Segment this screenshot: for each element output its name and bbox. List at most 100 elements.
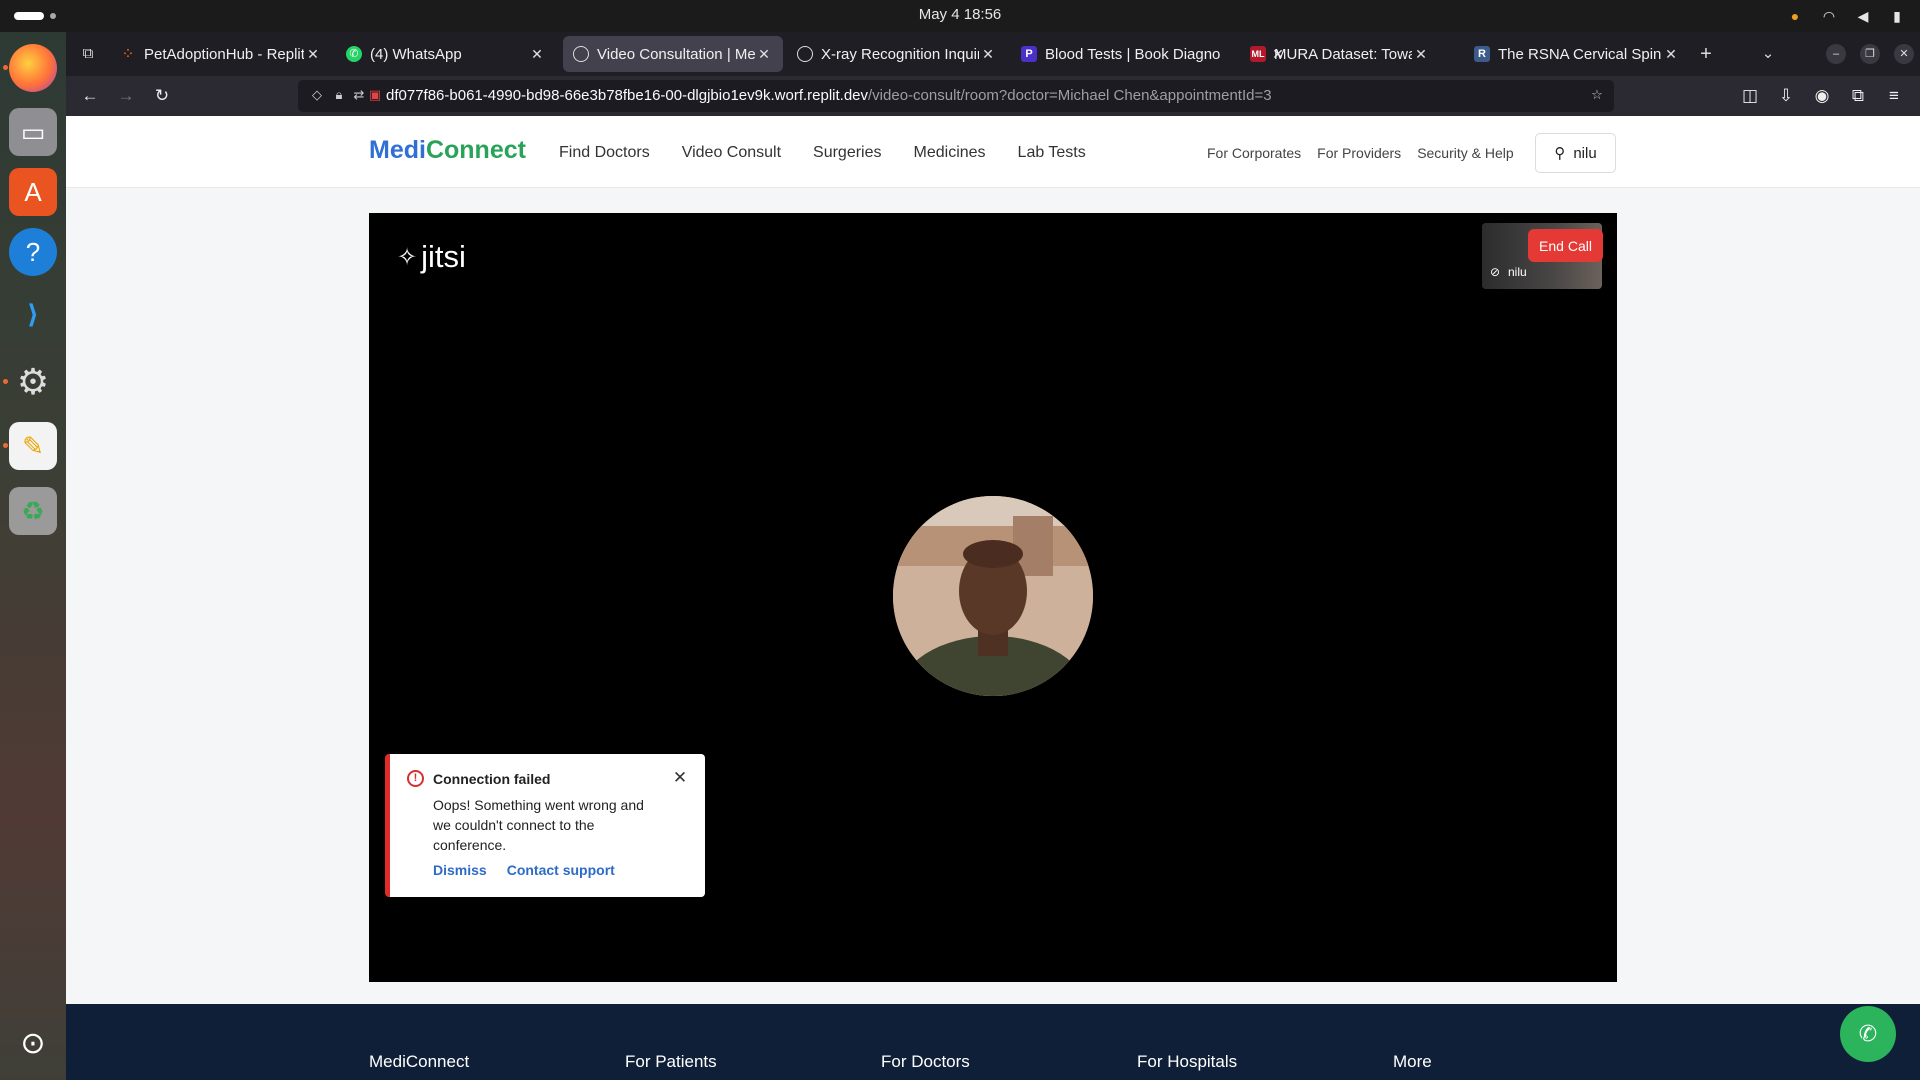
- battery-icon[interactable]: ▮: [1888, 7, 1906, 25]
- vscode-icon[interactable]: ⟩: [9, 290, 57, 338]
- tab-title: MURA Dataset: Towards R: [1274, 45, 1412, 63]
- system-tray[interactable]: ● ◠ ◀ ▮: [1786, 7, 1906, 25]
- files-icon[interactable]: ▭: [9, 108, 57, 156]
- footer-heading-for-hospitals: For Hospitals: [1137, 1052, 1238, 1071]
- nav-video-consult[interactable]: Video Consult: [682, 144, 781, 162]
- end-call-button[interactable]: End Call: [1528, 229, 1603, 262]
- mic-muted-icon: ⊘: [1490, 265, 1501, 279]
- tab-xray-inquiry[interactable]: X-ray Recognition Inquiry ✕: [787, 36, 1007, 72]
- site-header: MediConnect Find Doctors Video Consult S…: [66, 116, 1920, 188]
- tab-title: X-ray Recognition Inquiry: [821, 45, 979, 63]
- user-icon: ⚲: [1554, 145, 1566, 162]
- whatsapp-icon: ✆: [346, 46, 362, 62]
- text-editor-icon[interactable]: ✎: [3, 422, 57, 470]
- p-icon: P: [1021, 46, 1037, 62]
- user-menu-button[interactable]: ⚲ nilu: [1535, 133, 1616, 173]
- footer-heading-more: More: [1393, 1052, 1432, 1071]
- pocket-icon[interactable]: ◫: [1738, 84, 1762, 108]
- list-all-tabs-icon[interactable]: ⌄: [1756, 42, 1780, 66]
- url-bar[interactable]: ◇ 🔒︎ ⇄ ▣ df077f86-b061-4990-bd98-66e3b78…: [298, 80, 1614, 112]
- participant-name: nilu: [1508, 265, 1527, 279]
- video-call-stage[interactable]: ✧ jitsi ⊘ nilu End Call ! Connection fai…: [369, 213, 1617, 982]
- page-content: MediConnect Find Doctors Video Consult S…: [66, 116, 1920, 1080]
- site-logo[interactable]: MediConnect: [369, 136, 526, 165]
- tab-title: Blood Tests | Book Diagno: [1045, 45, 1221, 63]
- tab-strip: ⧉ ⁘ PetAdoptionHub - Replit ✕ ✆ (4) What…: [66, 32, 1920, 76]
- notification-message: Oops! Something went wrong and we couldn…: [433, 797, 644, 853]
- nav-lab-tests[interactable]: Lab Tests: [1018, 144, 1086, 162]
- logo-part-1: Medi: [369, 136, 426, 164]
- notification-title: Connection failed: [433, 771, 551, 787]
- close-window-icon[interactable]: ✕: [1894, 44, 1914, 64]
- tab-video-consultation[interactable]: Video Consultation | Medi ✕: [563, 36, 783, 72]
- url-host: df077f86-b061-4990-bd98-66e3b78fbe16-00-…: [386, 87, 869, 104]
- main-nav: Find Doctors Video Consult Surgeries Med…: [559, 144, 1086, 162]
- tab-title: (4) WhatsApp: [370, 45, 462, 63]
- tab-mura-dataset[interactable]: ML MURA Dataset: Towards R ✕: [1240, 36, 1440, 72]
- openai-icon: [797, 46, 813, 62]
- close-tab-icon[interactable]: ✕: [1412, 46, 1430, 63]
- nav-find-doctors[interactable]: Find Doctors: [559, 144, 650, 162]
- lock-icon[interactable]: 🔒︎: [330, 86, 348, 104]
- close-tab-icon[interactable]: ✕: [755, 46, 773, 63]
- r-icon: R: [1474, 46, 1490, 62]
- restore-icon[interactable]: ❐: [1860, 44, 1880, 64]
- extensions-icon[interactable]: ⧉: [1846, 84, 1870, 108]
- close-tab-icon[interactable]: ✕: [528, 46, 546, 63]
- participant-avatar: [893, 496, 1093, 696]
- menu-icon[interactable]: ≡: [1882, 84, 1906, 108]
- close-tab-icon[interactable]: ✕: [304, 46, 322, 63]
- site-footer: MediConnect For Patients For Doctors For…: [66, 1004, 1920, 1080]
- new-tab-icon[interactable]: +: [1694, 42, 1718, 66]
- volume-icon[interactable]: ◀: [1854, 7, 1872, 25]
- bookmark-star-icon[interactable]: ☆: [1588, 86, 1606, 104]
- system-top-bar: May 4 18:56 ● ◠ ◀ ▮: [0, 0, 1920, 32]
- close-tab-icon[interactable]: ✕: [979, 46, 997, 63]
- back-icon[interactable]: ←: [78, 84, 102, 108]
- nav-surgeries[interactable]: Surgeries: [813, 144, 881, 162]
- error-icon: !: [407, 770, 424, 787]
- settings-icon[interactable]: ⚙: [3, 358, 57, 406]
- navigation-bar: ← → ↻ ◇ 🔒︎ ⇄ ▣ df077f86-b061-4990-bd98-6…: [66, 76, 1920, 116]
- app-center-icon[interactable]: A: [9, 168, 57, 216]
- nav-for-providers[interactable]: For Providers: [1317, 145, 1401, 161]
- tab-petadoptionhub[interactable]: ⁘ PetAdoptionHub - Replit ✕: [110, 36, 332, 72]
- close-icon[interactable]: ✕: [670, 768, 690, 788]
- dismiss-button[interactable]: Dismiss: [433, 862, 487, 878]
- help-icon[interactable]: ?: [9, 228, 57, 276]
- reload-icon[interactable]: ↻: [150, 84, 174, 108]
- nav-security-help[interactable]: Security & Help: [1417, 145, 1513, 161]
- tab-overview-icon[interactable]: ⧉: [76, 42, 100, 66]
- footer-heading-for-patients: For Patients: [625, 1052, 717, 1071]
- dock: ▭ A ? ⟩ ⚙ ✎ ♻ ⊙: [0, 32, 66, 1080]
- whatsapp-icon: ✆: [1858, 1021, 1878, 1046]
- tab-whatsapp[interactable]: ✆ (4) WhatsApp ✕: [336, 36, 556, 72]
- system-clock[interactable]: May 4 18:56: [0, 6, 1920, 23]
- trash-icon[interactable]: ♻: [9, 487, 57, 535]
- whatsapp-chat-button[interactable]: ✆: [1840, 1006, 1896, 1062]
- avatar-photo: [893, 496, 1093, 696]
- nav-for-corporates[interactable]: For Corporates: [1207, 145, 1301, 161]
- url-text[interactable]: df077f86-b061-4990-bd98-66e3b78fbe16-00-…: [386, 87, 1272, 104]
- minimize-icon[interactable]: –: [1826, 44, 1846, 64]
- show-apps-icon[interactable]: ⊙: [9, 1019, 57, 1067]
- tab-title: The RSNA Cervical Spine F: [1498, 45, 1662, 63]
- camera-sharing-icon[interactable]: ▣: [366, 86, 384, 104]
- wifi-icon[interactable]: ◠: [1820, 7, 1838, 25]
- tab-rsna-cervical-spine[interactable]: R The RSNA Cervical Spine F ✕: [1464, 36, 1690, 72]
- forward-icon[interactable]: →: [114, 84, 138, 108]
- jitsi-watermark[interactable]: ✧ jitsi: [397, 239, 466, 275]
- ml-icon: ML: [1250, 46, 1266, 62]
- account-icon[interactable]: ◉: [1810, 84, 1834, 108]
- shield-icon[interactable]: ◇: [308, 86, 326, 104]
- firefox-icon[interactable]: [3, 44, 57, 92]
- jitsi-brand-text: jitsi: [421, 239, 466, 274]
- nav-medicines[interactable]: Medicines: [914, 144, 986, 162]
- microphone-icon[interactable]: ●: [1786, 7, 1804, 25]
- close-tab-icon[interactable]: ✕: [1662, 46, 1680, 63]
- downloads-icon[interactable]: ⇩: [1774, 84, 1798, 108]
- secondary-nav: For Corporates For Providers Security & …: [1207, 145, 1514, 161]
- logo-part-2: Connect: [425, 136, 526, 164]
- contact-support-link[interactable]: Contact support: [507, 862, 615, 878]
- browser-window: ⧉ ⁘ PetAdoptionHub - Replit ✕ ✆ (4) What…: [66, 32, 1920, 1080]
